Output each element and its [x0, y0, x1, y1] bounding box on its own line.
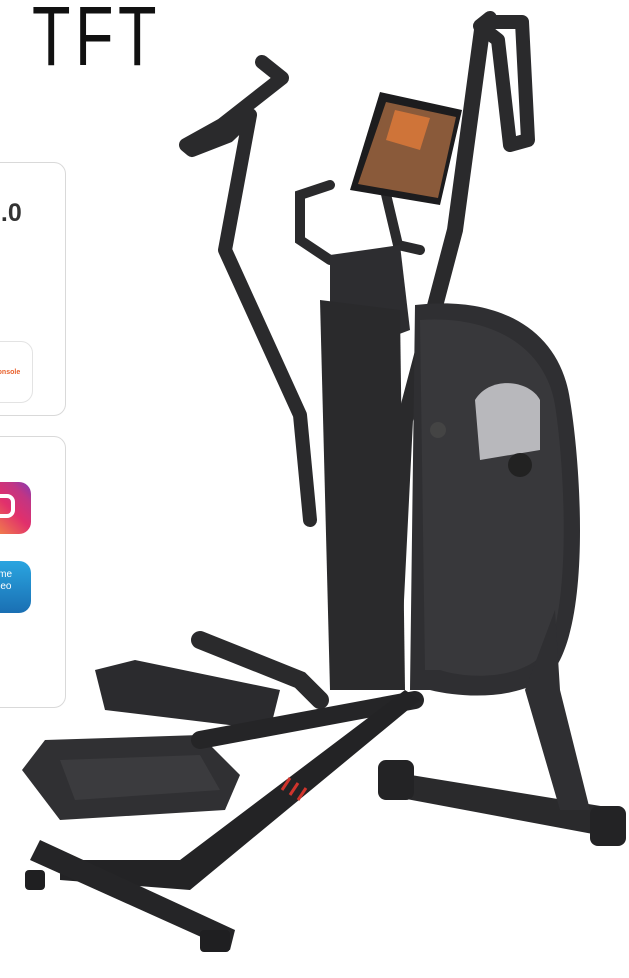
elliptical-machine-image [22, 11, 626, 952]
